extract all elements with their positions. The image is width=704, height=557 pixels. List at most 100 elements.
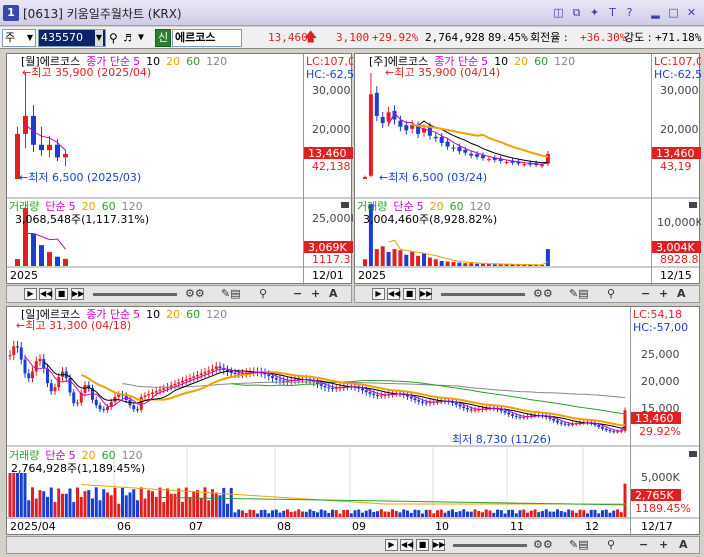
vol-ma-label: 단순 bbox=[45, 449, 65, 462]
volume-bar bbox=[413, 509, 417, 517]
zoom-in-icon[interactable]: + bbox=[659, 287, 668, 301]
chart-tools-icon[interactable]: ✎▤ bbox=[569, 538, 589, 552]
volume-bar bbox=[361, 512, 364, 517]
volume-bar bbox=[192, 491, 196, 517]
minimize-icon[interactable]: ▂ bbox=[648, 5, 663, 20]
volume-bar bbox=[363, 259, 367, 266]
volume-bar bbox=[374, 249, 379, 266]
search-icon[interactable]: ⚲ bbox=[607, 287, 615, 301]
zoom-out-icon[interactable]: − bbox=[641, 287, 650, 301]
daily-candles bbox=[8, 340, 627, 434]
daily-low-label: 최저 8,730 (11/26) bbox=[452, 433, 551, 446]
candle-body bbox=[518, 416, 522, 418]
close-icon[interactable]: ✕ bbox=[684, 5, 699, 20]
ma120-label: 120 bbox=[206, 308, 227, 321]
ma120-label: 120 bbox=[554, 55, 575, 68]
volume-bar bbox=[559, 511, 563, 517]
candle-body bbox=[604, 428, 608, 431]
volume-bar bbox=[214, 492, 218, 517]
zoom-slider[interactable] bbox=[453, 544, 527, 547]
daily-month-grid bbox=[113, 447, 584, 518]
fast-back-button[interactable]: ◀◀ bbox=[39, 288, 52, 300]
search-icon[interactable]: ⚲ bbox=[109, 29, 118, 47]
volume-bar bbox=[481, 512, 484, 517]
volume-bar bbox=[496, 509, 499, 517]
candle-body bbox=[196, 375, 199, 377]
weekly-low-label: ←최저 6,500 (03/24) bbox=[379, 171, 487, 184]
settings-icon[interactable]: ⚙⚙ bbox=[185, 287, 205, 301]
settings-icon[interactable]: ⚙⚙ bbox=[533, 538, 553, 552]
scroll-left-button[interactable]: ▶ bbox=[385, 539, 398, 551]
zoom-out-icon[interactable]: − bbox=[639, 538, 648, 552]
pin-icon[interactable]: ✦ bbox=[587, 5, 602, 20]
fast-back-button[interactable]: ◀◀ bbox=[400, 539, 413, 551]
candle-body bbox=[379, 395, 383, 397]
chart-window: 1 [0613] 키움일주월차트 (KRX) ◫ ⧉ ✦ T ? ▂ □ ✕ 주… bbox=[0, 0, 704, 557]
vol-label: 거래량 bbox=[9, 449, 39, 462]
volume-bar bbox=[394, 510, 398, 517]
zoom-in-icon[interactable]: + bbox=[659, 538, 668, 552]
search-icon[interactable]: ⚲ bbox=[259, 287, 267, 301]
search-icon[interactable]: ⚲ bbox=[607, 538, 615, 552]
monthly-vol-axis: 25,000K bbox=[312, 212, 353, 225]
volume-bar bbox=[38, 490, 42, 517]
text-size-icon[interactable]: A bbox=[329, 287, 338, 301]
candle-body bbox=[162, 388, 166, 390]
zoom-slider[interactable] bbox=[441, 293, 525, 296]
stop-button[interactable]: ■ bbox=[416, 539, 429, 551]
stop-button[interactable]: ■ bbox=[55, 288, 68, 300]
ma20-label: 20 bbox=[166, 308, 180, 321]
volume-bar bbox=[424, 509, 428, 517]
monthly-price-tag: 13,460 bbox=[308, 147, 347, 160]
help-icon[interactable]: ? bbox=[622, 5, 637, 20]
scroll-left-button[interactable]: ▶ bbox=[372, 288, 385, 300]
volume-bar bbox=[181, 501, 184, 517]
candle-body bbox=[203, 372, 207, 374]
chart-tools-icon[interactable]: ✎▤ bbox=[221, 287, 241, 301]
vol-ma5: 5 bbox=[69, 449, 76, 462]
monthly-date: 12/01 bbox=[312, 269, 344, 282]
zoom-out-icon[interactable]: − bbox=[293, 287, 302, 301]
volume-bar bbox=[492, 264, 497, 266]
stop-button[interactable]: ■ bbox=[403, 288, 416, 300]
scroll-left-button[interactable]: ▶ bbox=[24, 288, 37, 300]
daily-chart: [일]에르코스 종가 단순 5 10 20 60 120 ←최고 31,300 (04/18… bbox=[7, 307, 701, 536]
volume-bar bbox=[263, 509, 267, 517]
settings-icon[interactable]: ⚙⚙ bbox=[533, 287, 553, 301]
candle-body bbox=[503, 410, 507, 413]
daily-vol-axis: 5,000K bbox=[641, 471, 680, 484]
fast-forward-button[interactable]: ▶▶ bbox=[432, 539, 445, 551]
monthly-high-label: ←최고 35,900 (2025/04) bbox=[22, 66, 151, 79]
candle-body bbox=[331, 388, 334, 390]
volume-bar bbox=[544, 509, 548, 517]
volume-bar bbox=[548, 511, 552, 517]
volume-bar bbox=[529, 510, 533, 517]
stock-name[interactable]: 에르코스 bbox=[172, 29, 242, 47]
volume-bar bbox=[151, 491, 154, 517]
candle-body bbox=[136, 409, 139, 411]
window-icon[interactable]: ⧉ bbox=[569, 5, 584, 20]
candle-body bbox=[386, 112, 391, 122]
speaker-icon[interactable]: ♬ bbox=[124, 29, 131, 47]
chart-tools-icon[interactable]: ✎▤ bbox=[569, 287, 589, 301]
candle-body bbox=[469, 409, 473, 411]
search-icon[interactable]: ◫ bbox=[551, 5, 566, 20]
text-size-icon[interactable]: A bbox=[677, 287, 686, 301]
zoom-in-icon[interactable]: + bbox=[311, 287, 320, 301]
candle-body bbox=[63, 153, 68, 158]
volume-bar bbox=[31, 487, 34, 517]
candle-body bbox=[319, 384, 323, 386]
fast-forward-button[interactable]: ▶▶ bbox=[419, 288, 432, 300]
text-icon[interactable]: T bbox=[605, 5, 620, 20]
fast-forward-button[interactable]: ▶▶ bbox=[71, 288, 84, 300]
weekly-vol-value: 3,004,460주(8,928.82%) bbox=[363, 213, 497, 226]
period-select[interactable]: 주 ▼ bbox=[2, 29, 36, 47]
code-input[interactable]: 435570 ▼ bbox=[38, 29, 106, 47]
zoom-slider[interactable] bbox=[93, 293, 177, 296]
fast-back-button[interactable]: ◀◀ bbox=[387, 288, 400, 300]
text-size-icon[interactable]: A bbox=[679, 538, 688, 552]
volume-bar bbox=[623, 483, 627, 517]
candle-body bbox=[486, 159, 491, 161]
maximize-icon[interactable]: □ bbox=[666, 5, 681, 20]
chevron-down-icon[interactable]: ▼ bbox=[138, 29, 144, 47]
